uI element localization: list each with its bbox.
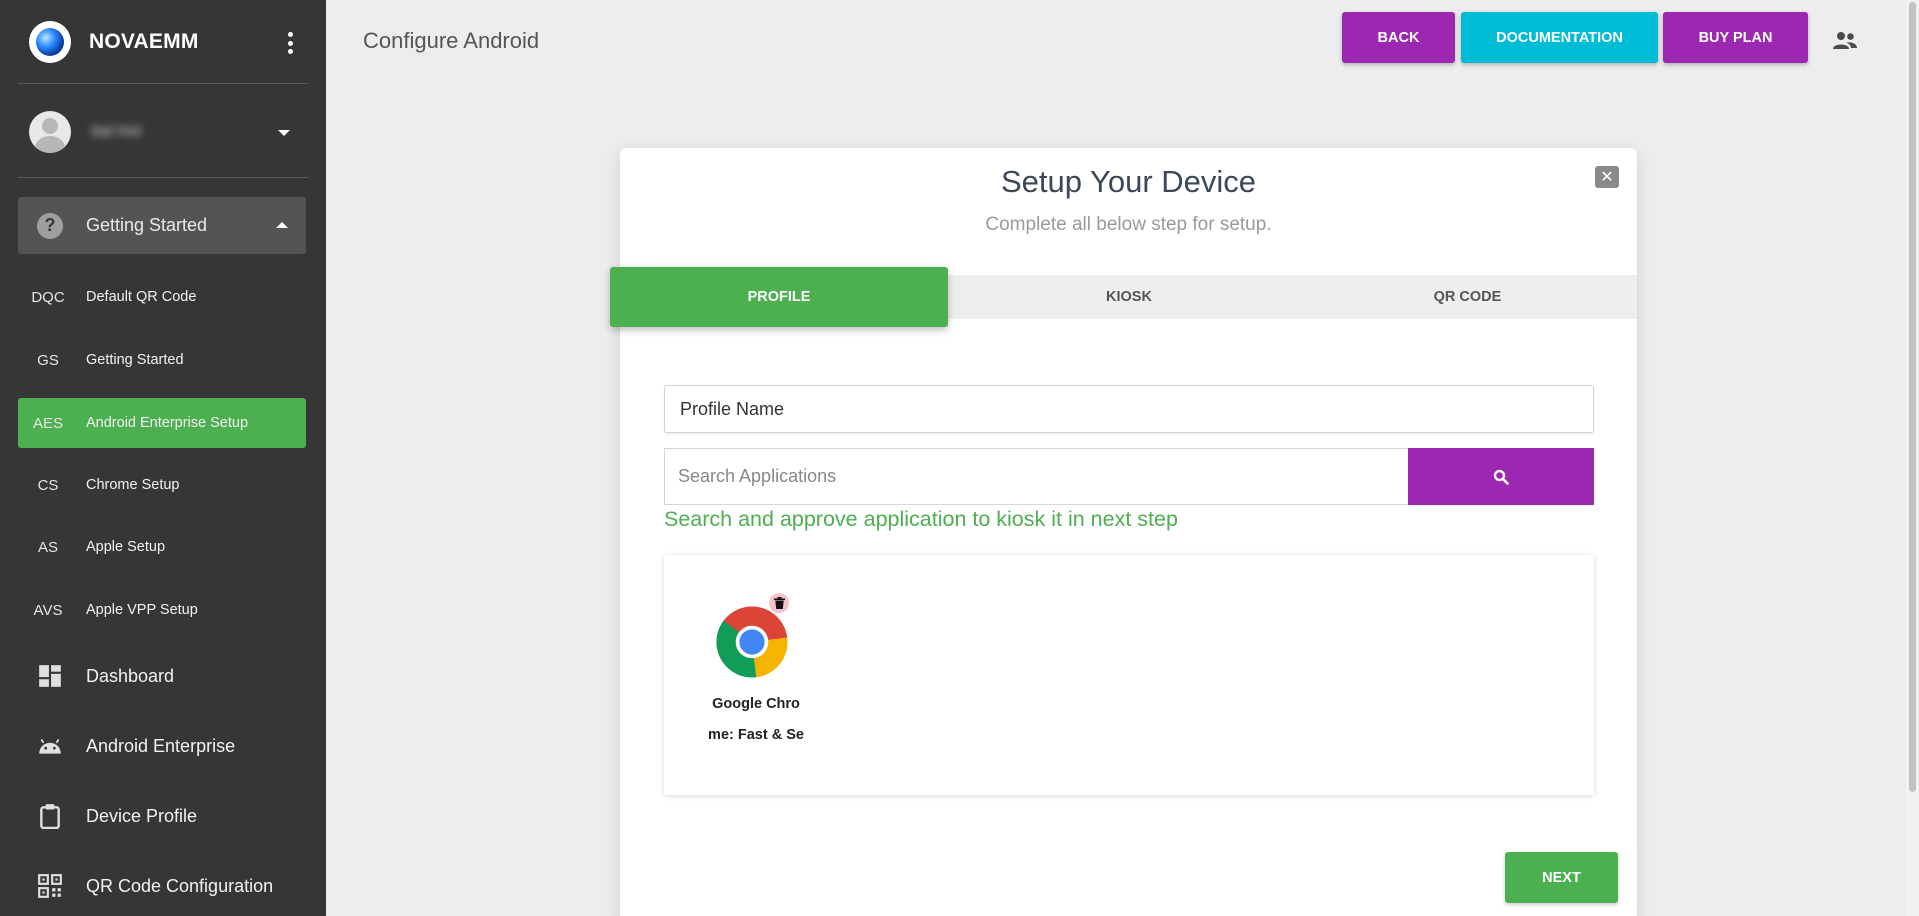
- scrollbar[interactable]: [1906, 0, 1919, 916]
- people-icon[interactable]: [1832, 31, 1858, 51]
- app-card[interactable]: Google Chro me: Fast & Se: [700, 591, 812, 743]
- brand-name: NOVAEMM: [89, 29, 199, 53]
- more-vert-icon[interactable]: [286, 32, 294, 54]
- sidebar-item-android-enterprise[interactable]: Android Enterprise: [18, 718, 306, 774]
- setup-device-modal: Setup Your Device Complete all below ste…: [610, 148, 1637, 916]
- user-menu[interactable]: Ital Hol: [18, 86, 308, 178]
- sidebar-item-abbr: AS: [37, 538, 58, 556]
- profile-name-input[interactable]: [664, 385, 1594, 433]
- sidebar-item-device-profile[interactable]: Device Profile: [18, 788, 306, 844]
- modal-title: Setup Your Device: [1000, 164, 1257, 199]
- sidebar-item-abbr: DQC: [31, 288, 65, 306]
- sidebar-item-apple-setup[interactable]: AS Apple Setup: [18, 522, 306, 572]
- scrollbar-thumb[interactable]: [1909, 2, 1916, 792]
- sidebar-item-abbr: AVS: [33, 601, 63, 619]
- caret-up-icon: [276, 222, 288, 228]
- sidebar-item-label: QR Code Configuration: [86, 875, 274, 896]
- documentation-button[interactable]: DOCUMENTATION: [1461, 12, 1658, 63]
- sidebar-item-abbr: GS: [37, 351, 59, 369]
- sidebar-item-chrome-setup[interactable]: CS Chrome Setup: [18, 460, 306, 510]
- sidebar-group-getting-started[interactable]: ? Getting Started: [18, 197, 306, 254]
- sidebar-item-label: Device Profile: [86, 805, 198, 826]
- help-icon: ?: [37, 212, 63, 239]
- brand-header: NOVAEMM: [18, 18, 308, 84]
- buy-plan-button[interactable]: BUY PLAN: [1663, 12, 1808, 63]
- sidebar-item-default-qr-code[interactable]: DQC Default QR Code: [18, 272, 306, 322]
- search-applications-input[interactable]: [664, 448, 1408, 505]
- app-name-line: me: Fast & Se: [708, 727, 804, 743]
- sidebar-item-dashboard[interactable]: Dashboard: [18, 648, 306, 704]
- sidebar-item-abbr: CS: [37, 476, 59, 494]
- tab-qr-code[interactable]: QR CODE: [1298, 275, 1637, 319]
- caret-down-icon: [278, 130, 290, 136]
- app-name: Google Chro me: Fast & Se: [700, 689, 812, 751]
- trash-icon: [773, 597, 785, 609]
- modal-subtitle: Complete all below step for setup.: [985, 214, 1272, 235]
- search-hint: Search and approve application to kiosk …: [664, 507, 1178, 531]
- delete-app-button[interactable]: [769, 593, 789, 613]
- sidebar-item-apple-vpp-setup[interactable]: AVS Apple VPP Setup: [18, 585, 306, 635]
- clipboard-icon: [40, 804, 60, 829]
- chrome-icon: [716, 606, 788, 678]
- close-icon[interactable]: ✕: [1595, 166, 1619, 188]
- sidebar-item-label: Chrome Setup: [86, 477, 180, 493]
- back-button[interactable]: BACK: [1342, 12, 1455, 63]
- sidebar-item-label: Apple VPP Setup: [86, 602, 198, 618]
- user-name: Ital Hol: [91, 122, 141, 140]
- dashboard-icon: [39, 665, 61, 687]
- sidebar-item-label: Default QR Code: [86, 289, 197, 305]
- sidebar-item-getting-started[interactable]: GS Getting Started: [18, 335, 306, 385]
- brand-logo-icon[interactable]: [29, 20, 71, 63]
- page-title: Configure Android: [363, 28, 540, 53]
- app-name-line: Google Chro: [712, 696, 800, 712]
- sidebar-item-label: Getting Started: [86, 352, 184, 368]
- next-button[interactable]: NEXT: [1505, 852, 1618, 903]
- sidebar-item-abbr: AES: [32, 414, 63, 432]
- sidebar-item-label: Dashboard: [86, 665, 175, 686]
- search-button[interactable]: [1408, 448, 1594, 505]
- sidebar-item-label: Android Enterprise: [86, 735, 236, 756]
- sidebar-item-label: Apple Setup: [86, 539, 166, 555]
- sidebar: NOVAEMM Ital Hol ? Getting Started DQC D…: [0, 0, 326, 916]
- qr-code-icon: [38, 874, 62, 898]
- tab-kiosk[interactable]: KIOSK: [960, 275, 1298, 319]
- approved-apps-panel: Google Chro me: Fast & Se: [664, 555, 1594, 795]
- sidebar-item-label: Android Enterprise Setup: [86, 415, 249, 431]
- tab-profile[interactable]: PROFILE: [610, 267, 948, 327]
- sidebar-item-android-enterprise-setup[interactable]: AES Android Enterprise Setup: [18, 398, 306, 448]
- android-icon: [39, 739, 61, 754]
- sidebar-group-label: Getting Started: [86, 215, 208, 235]
- sidebar-item-qr-code-configuration[interactable]: QR Code Configuration: [18, 858, 306, 914]
- search-icon: [1493, 469, 1509, 485]
- avatar: [29, 110, 71, 153]
